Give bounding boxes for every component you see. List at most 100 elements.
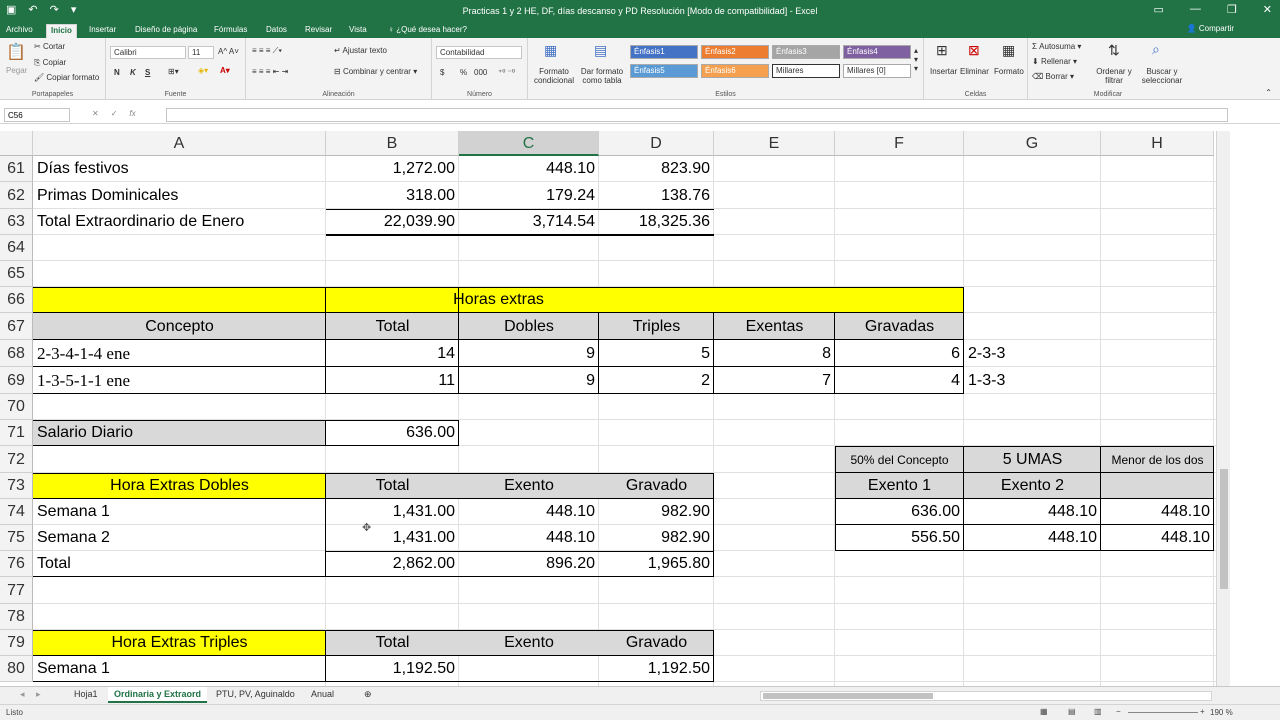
column-header-f[interactable]: F <box>835 131 964 156</box>
column-header-h[interactable]: H <box>1101 131 1214 156</box>
cell-b68[interactable]: 14 <box>326 340 459 367</box>
row-header-64[interactable]: 64 <box>0 235 33 261</box>
font-size-combo[interactable]: 11 <box>188 46 214 59</box>
style-enfasis5[interactable]: Énfasis5 <box>630 64 698 78</box>
number-format-combo[interactable]: Contabilidad <box>436 46 522 59</box>
restore-icon[interactable]: ❐ <box>1227 3 1237 16</box>
magnifier-icon[interactable]: ⌕ <box>1152 41 1160 58</box>
cell-f72[interactable]: 50% del Concepto <box>835 446 964 473</box>
cell-c74[interactable]: 448.10 <box>459 499 599 525</box>
tab-diseno-pagina[interactable]: Diseño de página <box>131 24 201 38</box>
column-header-g[interactable]: G <box>964 131 1101 156</box>
style-enfasis6[interactable]: Énfasis6 <box>701 64 769 78</box>
copy-button[interactable]: ⎘ Copiar <box>34 58 66 68</box>
row-header-77[interactable]: 77 <box>0 577 33 604</box>
style-enfasis3[interactable]: Énfasis3 <box>772 45 840 59</box>
zoom-out-icon[interactable]: − <box>1116 707 1121 716</box>
percent-button[interactable]: % <box>460 68 467 77</box>
row-header-75[interactable]: 75 <box>0 525 33 551</box>
sort-filter-icon[interactable]: ⇅ <box>1108 42 1120 59</box>
paste-button[interactable]: Pegar <box>6 66 27 75</box>
view-normal-icon[interactable]: ▦ <box>1040 707 1048 716</box>
cell-f69[interactable]: 4 <box>835 367 964 394</box>
row-header-68[interactable]: 68 <box>0 340 33 367</box>
share-button[interactable]: 👤 Compartir <box>1187 24 1234 33</box>
row-header-79[interactable]: 79 <box>0 630 33 656</box>
tab-vista[interactable]: Vista <box>345 24 371 38</box>
sort-filter-button[interactable]: Ordenar y filtrar <box>1094 67 1134 85</box>
cell-d74[interactable]: 982.90 <box>599 499 714 525</box>
cell-d73[interactable]: Gravado <box>599 473 714 499</box>
cell-b80[interactable]: 1,192.50 <box>326 656 459 682</box>
cell-a71[interactable]: Salario Diario <box>33 420 326 446</box>
cell-a80[interactable]: Semana 1 <box>33 656 326 682</box>
cell-b76[interactable]: 2,862.00 <box>326 551 459 577</box>
column-header-e[interactable]: E <box>714 131 835 156</box>
cell-g75[interactable]: 448.10 <box>964 525 1101 551</box>
column-header-a[interactable]: A <box>33 131 326 156</box>
row-header-70[interactable]: 70 <box>0 394 33 420</box>
cell-a69[interactable]: 1-3-5-1-1 ene <box>33 367 326 394</box>
wrap-text-button[interactable]: ↵ Ajustar texto <box>334 46 387 55</box>
cell-h75[interactable]: 448.10 <box>1101 525 1214 551</box>
style-enfasis4[interactable]: Énfasis4 <box>843 45 911 59</box>
sheet-tab-hoja1[interactable]: Hoja1 <box>68 687 104 703</box>
conditional-format-button[interactable]: Formato condicional <box>530 67 578 85</box>
cell-h72[interactable]: Menor de los dos <box>1101 446 1214 473</box>
sheet-next-icon[interactable]: ▸ <box>30 687 47 703</box>
align-top-icons[interactable]: ≡ ≡ ≡ ⟋▾ <box>252 46 282 56</box>
cell-a63[interactable]: Total Extraordinario de Enero <box>33 209 326 235</box>
cell-d80[interactable]: 1,192.50 <box>599 656 714 682</box>
cell-d62[interactable]: 138.76 <box>599 182 714 209</box>
row-header-71[interactable]: 71 <box>0 420 33 446</box>
cell-f74[interactable]: 636.00 <box>835 499 964 525</box>
clear-button[interactable]: ⌫ Borrar ▾ <box>1032 72 1074 81</box>
cell-b71[interactable]: 636.00 <box>326 420 459 446</box>
insert-cells-button[interactable]: Insertar <box>930 67 957 76</box>
row-header-73[interactable]: 73 <box>0 473 33 499</box>
cancel-icon[interactable]: ✕ <box>92 109 99 118</box>
row-header-69[interactable]: 69 <box>0 367 33 394</box>
tab-datos[interactable]: Datos <box>262 24 291 38</box>
format-table-icon[interactable]: ▤ <box>594 42 607 59</box>
column-header-c[interactable]: C <box>459 131 599 156</box>
autosum-button[interactable]: Σ Autosuma ▾ <box>1032 42 1081 51</box>
cell-e68[interactable]: 8 <box>714 340 835 367</box>
italic-button[interactable]: K <box>130 68 136 77</box>
decimals-icons[interactable]: ⁺⁰ ⁻⁰ <box>498 68 515 77</box>
cell-a68[interactable]: 2-3-4-1-4 ene <box>33 340 326 367</box>
cell-b67[interactable]: Total <box>326 313 459 340</box>
zoom-level[interactable]: 190 % <box>1210 708 1233 717</box>
cell-b73[interactable]: Total <box>326 473 459 499</box>
sheet-tab-anual[interactable]: Anual <box>305 687 340 703</box>
font-name-combo[interactable]: Calibri <box>110 46 186 59</box>
cell-a74[interactable]: Semana 1 <box>33 499 326 525</box>
cell-c63[interactable]: 3,714.54 <box>459 209 599 235</box>
row-header-80[interactable]: 80 <box>0 656 33 682</box>
currency-button[interactable]: $ <box>440 68 444 77</box>
cell-f67[interactable]: Gravadas <box>835 313 964 340</box>
style-enfasis1[interactable]: Énfasis1 <box>630 45 698 59</box>
cell-a66[interactable]: Horas extras <box>33 287 964 313</box>
view-pagebreak-icon[interactable]: ▥ <box>1094 707 1102 716</box>
cell-a76[interactable]: Total <box>33 551 326 577</box>
cell-g69[interactable]: 1-3-3 <box>964 367 1101 394</box>
format-cells-button[interactable]: Formato <box>994 67 1024 76</box>
align-center-icons[interactable]: ≡ ≡ ≡ ⇤ ⇥ <box>252 67 288 76</box>
cell-c75[interactable]: 448.10 <box>459 525 599 551</box>
format-as-table-button[interactable]: Dar formato como tabla <box>578 67 626 85</box>
name-box[interactable]: C56 <box>4 108 70 122</box>
thousands-button[interactable]: 000 <box>474 68 487 77</box>
cell-c68[interactable]: 9 <box>459 340 599 367</box>
conditional-format-icon[interactable]: ▦ <box>544 42 557 59</box>
cell-b79[interactable]: Total <box>326 630 459 656</box>
merge-center-button[interactable]: ⊟ Combinar y centrar ▾ <box>334 67 417 76</box>
row-header-62[interactable]: 62 <box>0 182 33 209</box>
style-millares[interactable]: Millares <box>772 64 840 78</box>
cell-g73[interactable]: Exento 2 <box>964 473 1101 499</box>
zoom-slider[interactable] <box>1128 712 1198 713</box>
minimize-icon[interactable]: — <box>1190 3 1201 16</box>
fill-color-icon[interactable]: ◈▾ <box>198 66 208 75</box>
bold-button[interactable]: N <box>114 68 120 77</box>
close-icon[interactable]: ✕ <box>1263 3 1272 16</box>
